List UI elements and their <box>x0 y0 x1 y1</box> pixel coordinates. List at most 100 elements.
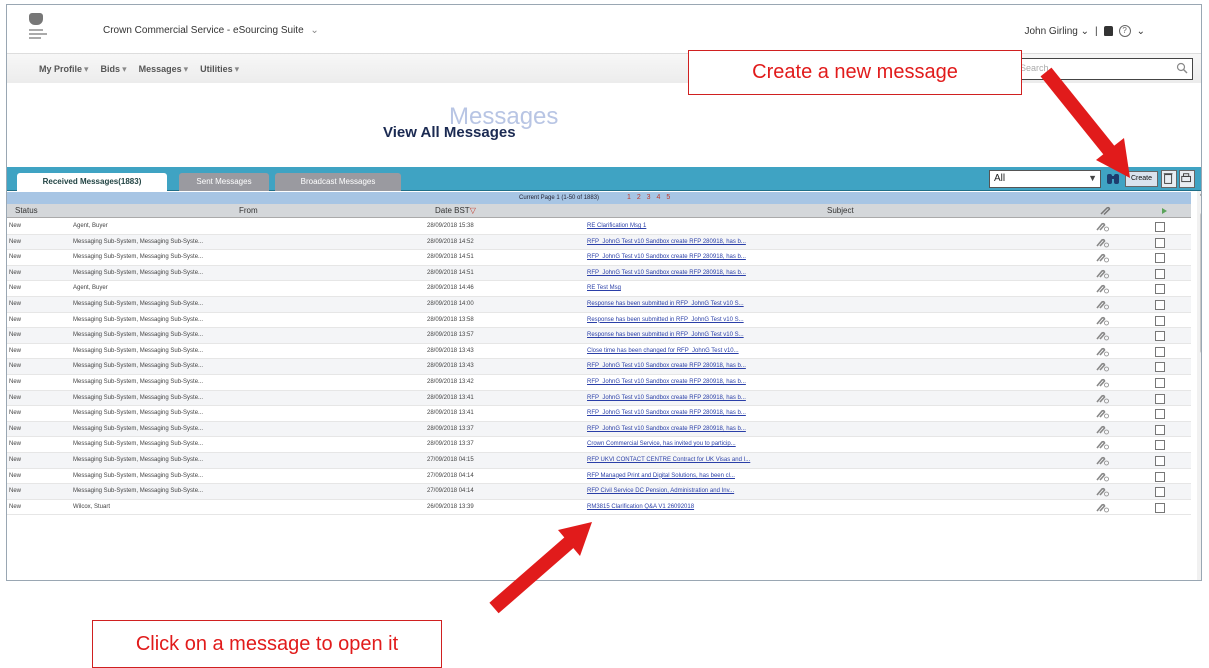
attachment-icon[interactable] <box>1095 269 1109 279</box>
message-subject-link[interactable]: RFP_JohnG Test v10 Sandbox create RFP 28… <box>587 422 746 438</box>
message-subject-link[interactable]: RE Clarification Msg 1 <box>587 219 646 235</box>
menu-bids[interactable]: Bids ▾ <box>101 64 127 75</box>
row-checkbox[interactable] <box>1155 487 1165 498</box>
attachment-icon[interactable] <box>1095 409 1109 419</box>
scroll-thumb[interactable] <box>1200 213 1201 353</box>
menu-utilities[interactable]: Utilities ▾ <box>200 64 239 75</box>
table-row[interactable]: New Messaging Sub-System, Messaging Sub-S… <box>7 328 1191 344</box>
mark-read-icon[interactable] <box>1157 206 1171 216</box>
help-icon[interactable]: ? <box>1118 25 1131 37</box>
attachment-icon[interactable] <box>1095 316 1109 326</box>
table-row[interactable]: New Wilcox, Stuart 26/09/2018 13:39 RM3815 … <box>7 500 1191 516</box>
row-checkbox[interactable] <box>1155 362 1165 373</box>
message-subject-link[interactable]: RFP_JohnG Test v10 Sandbox create RFP 28… <box>587 391 746 407</box>
delete-button[interactable] <box>1161 170 1177 188</box>
scroll-up-icon[interactable]: ^ <box>1200 191 1201 202</box>
briefcase-icon[interactable] <box>1103 26 1113 36</box>
attachment-icon[interactable] <box>1095 347 1109 357</box>
message-subject-link[interactable]: RFP_JohnG Test v10 Sandbox create RFP 28… <box>587 266 746 282</box>
message-subject-link[interactable]: RFP_JohnG Test v10 Sandbox create RFP 28… <box>587 406 746 422</box>
table-row[interactable]: New Messaging Sub-System, Messaging Sub-S… <box>7 234 1191 251</box>
table-row[interactable]: New Messaging Sub-System, Messaging Sub-S… <box>7 452 1191 469</box>
table-row[interactable]: New Messaging Sub-System, Messaging Sub-S… <box>7 484 1191 500</box>
suite-switcher[interactable]: Crown Commercial Service - eSourcing Sui… <box>103 25 319 36</box>
row-checkbox[interactable] <box>1155 253 1165 264</box>
create-message-button[interactable]: Create <box>1125 171 1158 187</box>
row-checkbox[interactable] <box>1155 299 1165 310</box>
message-subject-link[interactable]: RFP Managed Print and Digital Solutions,… <box>587 469 735 485</box>
row-checkbox[interactable] <box>1155 440 1165 451</box>
attachment-icon[interactable] <box>1095 425 1109 435</box>
attachment-icon[interactable] <box>1095 300 1109 310</box>
table-row[interactable]: New Agent, Buyer 28/09/2018 14:46 RE Test M… <box>7 281 1191 297</box>
user-menu[interactable]: John Girling ⌄ <box>1024 26 1089 37</box>
table-row[interactable]: New Messaging Sub-System, Messaging Sub-S… <box>7 344 1191 360</box>
row-checkbox[interactable] <box>1155 455 1165 466</box>
table-row[interactable]: New Messaging Sub-System, Messaging Sub-S… <box>7 359 1191 375</box>
message-filter-select[interactable]: All ▼ <box>989 170 1101 188</box>
table-row[interactable]: New Agent, Buyer 28/09/2018 15:38 RE Clarif… <box>7 219 1191 235</box>
table-row[interactable]: New Messaging Sub-System, Messaging Sub-S… <box>7 469 1191 485</box>
table-row[interactable]: New Messaging Sub-System, Messaging Sub-S… <box>7 375 1191 391</box>
message-subject-link[interactable]: RE Test Msg <box>587 281 621 297</box>
column-date[interactable]: Date BST▽ <box>435 204 476 218</box>
row-checkbox[interactable] <box>1155 268 1165 279</box>
column-subject[interactable]: Subject <box>827 204 854 218</box>
column-status[interactable]: Status <box>15 204 38 218</box>
row-checkbox[interactable] <box>1155 315 1165 326</box>
scroll-down-icon[interactable]: ⌄ <box>1200 549 1201 560</box>
table-row[interactable]: New Messaging Sub-System, Messaging Sub-S… <box>7 421 1191 438</box>
row-checkbox[interactable] <box>1155 393 1165 404</box>
table-row[interactable]: New Messaging Sub-System, Messaging Sub-S… <box>7 437 1191 453</box>
attachment-icon[interactable] <box>1095 284 1109 294</box>
menu-my-profile[interactable]: My Profile ▾ <box>39 64 89 75</box>
message-subject-link[interactable]: RM3815 Clarification Q&A V1 26092018 <box>587 500 694 516</box>
attachment-icon[interactable] <box>1095 394 1109 404</box>
column-from[interactable]: From <box>239 204 258 218</box>
message-subject-link[interactable]: RFP_JohnG Test v10 Sandbox create RFP 28… <box>587 235 746 251</box>
attachment-icon[interactable] <box>1095 253 1109 263</box>
page-links[interactable]: 1 2 3 4 5 <box>627 192 672 204</box>
message-subject-link[interactable]: Response has been submitted in RFP_JohnG… <box>587 297 744 313</box>
row-checkbox[interactable] <box>1155 409 1165 420</box>
attachment-icon[interactable] <box>1095 331 1109 341</box>
attachment-icon[interactable] <box>1095 487 1109 497</box>
attachment-icon[interactable] <box>1095 378 1109 388</box>
row-checkbox[interactable] <box>1155 424 1165 435</box>
search-input[interactable]: Search <box>1013 58 1193 80</box>
message-subject-link[interactable]: RFP_JohnG Test v10 Sandbox create RFP 28… <box>587 359 746 375</box>
chevron-down-icon[interactable]: ⌄ <box>1137 26 1145 37</box>
message-subject-link[interactable]: RFP UKVI CONTACT CENTRE Contract for UK … <box>587 453 750 469</box>
attachment-icon[interactable] <box>1095 456 1109 466</box>
message-subject-link[interactable]: RFP Civil Service DC Pension, Administra… <box>587 484 734 500</box>
row-checkbox[interactable] <box>1155 471 1165 482</box>
search-icon[interactable] <box>1176 62 1188 74</box>
attachment-icon[interactable] <box>1095 440 1109 450</box>
table-row[interactable]: New Messaging Sub-System, Messaging Sub-S… <box>7 313 1191 329</box>
row-checkbox[interactable] <box>1155 502 1165 513</box>
row-checkbox[interactable] <box>1155 377 1165 388</box>
print-button[interactable] <box>1179 170 1195 188</box>
table-row[interactable]: New Messaging Sub-System, Messaging Sub-S… <box>7 296 1191 313</box>
table-row[interactable]: New Messaging Sub-System, Messaging Sub-S… <box>7 406 1191 422</box>
crown-logo[interactable] <box>27 13 67 45</box>
attachment-icon[interactable] <box>1095 222 1109 232</box>
table-row[interactable]: New Messaging Sub-System, Messaging Sub-S… <box>7 390 1191 407</box>
attachment-icon[interactable] <box>1095 472 1109 482</box>
message-subject-link[interactable]: Response has been submitted in RFP_JohnG… <box>587 313 744 329</box>
row-checkbox[interactable] <box>1155 222 1165 232</box>
attachment-icon[interactable] <box>1095 238 1109 248</box>
row-checkbox[interactable] <box>1155 331 1165 342</box>
row-checkbox[interactable] <box>1155 284 1165 295</box>
row-checkbox[interactable] <box>1155 237 1165 248</box>
message-subject-link[interactable]: Response has been submitted in RFP_JohnG… <box>587 328 744 344</box>
table-row[interactable]: New Messaging Sub-System, Messaging Sub-S… <box>7 265 1191 282</box>
tab-received-messages[interactable]: Received Messages(1883) <box>17 173 167 191</box>
table-row[interactable]: New Messaging Sub-System, Messaging Sub-S… <box>7 250 1191 266</box>
message-subject-link[interactable]: Crown Commercial Service, has invited yo… <box>587 437 736 453</box>
message-subject-link[interactable]: RFP_JohnG Test v10 Sandbox create RFP 28… <box>587 250 746 266</box>
vertical-scrollbar[interactable]: ^ ⌄ <box>1197 191 1201 580</box>
message-subject-link[interactable]: Close time has been changed for RFP_John… <box>587 344 739 360</box>
tab-broadcast-messages[interactable]: Broadcast Messages <box>275 173 401 191</box>
attachment-icon[interactable] <box>1095 503 1109 513</box>
